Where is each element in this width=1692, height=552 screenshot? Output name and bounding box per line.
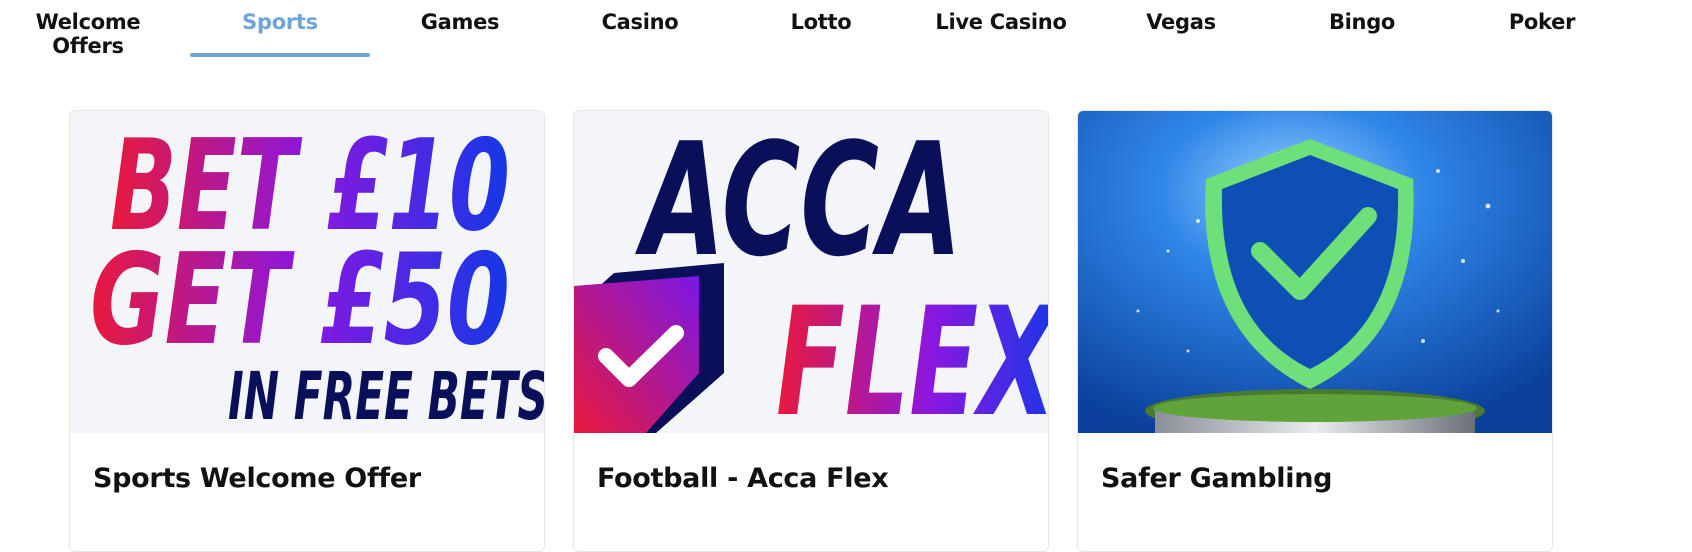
card-title[interactable]: Football - Acca Flex <box>597 463 889 494</box>
acca-word: ACCA <box>634 111 962 291</box>
card-title[interactable]: Sports Welcome Offer <box>93 463 421 494</box>
tab-poker[interactable]: Poker <box>1452 10 1632 34</box>
promo-card-sports-welcome-offer[interactable]: BET £10 GET £50 IN FREE BETS Sports Welc… <box>69 110 545 552</box>
promo-image-safer-gambling[interactable] <box>1078 111 1552 433</box>
promo-card-acca-flex[interactable]: ACCA FLEX Football - Acca Flex <box>573 110 1049 552</box>
tab-sports[interactable]: Sports <box>190 10 370 34</box>
flex-word: FLEX <box>776 276 1048 433</box>
card-title[interactable]: Safer Gambling <box>1101 463 1332 494</box>
tab-lotto[interactable]: Lotto <box>731 10 911 34</box>
tab-vegas[interactable]: Vegas <box>1091 10 1271 34</box>
promo-image-bet-get[interactable]: BET £10 GET £50 IN FREE BETS <box>70 111 544 433</box>
category-tabs: Welcome Offers Sports Games Casino Lotto… <box>0 0 1692 60</box>
promo-line-3: IN FREE BETS <box>228 358 544 433</box>
tab-live-casino[interactable]: Live Casino <box>911 10 1091 34</box>
promo-image-acca-flex[interactable]: ACCA FLEX <box>574 111 1048 433</box>
active-tab-indicator <box>190 53 370 57</box>
tab-bingo[interactable]: Bingo <box>1272 10 1452 34</box>
tab-casino[interactable]: Casino <box>550 10 730 34</box>
promo-line-2: GET £50 <box>90 226 510 373</box>
tab-welcome-offers[interactable]: Welcome Offers <box>0 10 178 58</box>
tab-games[interactable]: Games <box>370 10 550 34</box>
promo-card-safer-gambling[interactable]: Safer Gambling <box>1077 110 1553 552</box>
